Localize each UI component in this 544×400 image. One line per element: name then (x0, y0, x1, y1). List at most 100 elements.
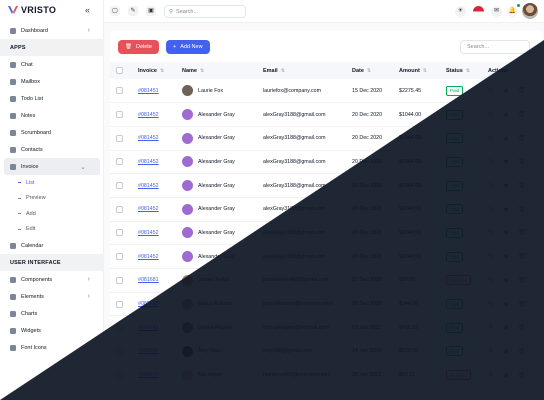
chat-icon[interactable]: ▣ (146, 6, 156, 16)
sidebar-item-scrumboard[interactable]: Scrumboard (0, 124, 104, 141)
table-row[interactable]: #081452 Alexander Gray alexGray3188@gmai… (110, 126, 542, 151)
row-checkbox[interactable] (116, 205, 123, 213)
add-new-button[interactable]: + Add New (166, 40, 210, 54)
invoice-link[interactable]: #081452 (138, 183, 159, 189)
sidebar-subitem-preview[interactable]: Preview (0, 191, 104, 207)
table-row[interactable]: #081452 Alexander Gray alexGray3188@gmai… (110, 102, 542, 127)
view-icon[interactable]: ◉ (503, 277, 509, 284)
edit-icon[interactable]: ✎ (488, 372, 494, 379)
messages-icon[interactable]: ✉ (491, 6, 502, 17)
edit-icon[interactable]: ✎ (488, 182, 494, 189)
sidebar-subitem-edit[interactable]: Edit (0, 222, 104, 238)
col-status[interactable]: Status ⇅ (446, 62, 488, 79)
table-row[interactable]: #081452 Alexander Gray alexGray3188@gmai… (110, 150, 542, 175)
edit-icon[interactable]: ✎ (488, 206, 494, 213)
sidebar-subitem-list[interactable]: List (0, 175, 104, 191)
delete-icon[interactable]: 🗑 (518, 158, 526, 165)
col-amount[interactable]: Amount ⇅ (399, 62, 446, 79)
sidebar-item-widgets[interactable]: Widgets (0, 322, 104, 339)
col-name[interactable]: Name ⇅ (182, 62, 263, 79)
theme-toggle-icon[interactable]: ☀ (455, 6, 466, 17)
collapse-sidebar-icon[interactable]: « (85, 6, 90, 15)
sidebar-subitem-add[interactable]: Add (0, 206, 104, 222)
row-checkbox[interactable] (116, 87, 123, 95)
invoice-link[interactable]: #082693 (138, 301, 159, 307)
delete-icon[interactable]: 🗑 (518, 372, 526, 379)
sidebar-item-contacts[interactable]: Contacts (0, 141, 104, 158)
sidebar-item-charts[interactable]: Charts (0, 305, 104, 322)
col-date[interactable]: Date ⇅ (352, 62, 399, 79)
invoice-link[interactable]: #086673 (138, 372, 159, 378)
view-icon[interactable]: ◉ (503, 324, 509, 331)
delete-icon[interactable]: 🗑 (518, 135, 526, 142)
edit-icon[interactable]: ✎ (488, 277, 494, 284)
row-checkbox[interactable] (116, 182, 123, 190)
invoice-link[interactable]: #081451 (138, 88, 159, 94)
view-icon[interactable]: ◉ (503, 135, 509, 142)
row-checkbox[interactable] (116, 276, 123, 284)
invoice-link[interactable]: #081452 (138, 230, 159, 236)
row-checkbox[interactable] (116, 300, 123, 308)
search-input[interactable]: ⚲ Search... (164, 5, 246, 18)
sidebar-item-dashboard[interactable]: Dashboard › (0, 22, 104, 39)
invoice-link[interactable]: #081681 (138, 277, 159, 283)
invoice-link[interactable]: #081452 (138, 159, 159, 165)
delete-button[interactable]: 🗑 Delete (118, 40, 159, 54)
delete-icon[interactable]: 🗑 (518, 301, 526, 308)
view-icon[interactable]: ◉ (503, 348, 509, 355)
delete-icon[interactable]: 🗑 (518, 348, 526, 355)
invoice-link[interactable]: #081452 (138, 112, 159, 118)
edit-icon[interactable]: ✎ (488, 135, 494, 142)
edit-icon[interactable]: ✎ (488, 301, 494, 308)
sidebar-item-elements[interactable]: Elements › (0, 288, 104, 305)
delete-icon[interactable]: 🗑 (518, 229, 526, 236)
delete-icon[interactable]: 🗑 (518, 87, 526, 94)
edit-icon[interactable]: ✎ (488, 111, 494, 118)
row-checkbox[interactable] (116, 347, 123, 355)
invoice-link[interactable]: #086580 (138, 348, 159, 354)
edit-icon[interactable]: ✎ (128, 6, 138, 16)
col-invoice[interactable]: Invoice ⇅ (138, 62, 182, 79)
view-icon[interactable]: ◉ (503, 229, 509, 236)
row-checkbox[interactable] (116, 324, 123, 332)
delete-icon[interactable]: 🗑 (518, 182, 526, 189)
table-row[interactable]: #086673 Nia Hillyer niahillyer666@comapn… (110, 363, 542, 388)
delete-icon[interactable]: 🗑 (518, 324, 526, 331)
sidebar-item-calendar[interactable]: Calendar (0, 237, 104, 254)
table-row[interactable]: #082693 Grace Roberts graceRoberts@compa… (110, 292, 542, 317)
view-icon[interactable]: ◉ (503, 182, 509, 189)
invoice-link[interactable]: #081452 (138, 135, 159, 141)
sidebar-item-font-icons[interactable]: Font Icons (0, 339, 104, 356)
edit-icon[interactable]: ✎ (488, 348, 494, 355)
delete-icon[interactable]: 🗑 (518, 277, 526, 284)
user-avatar[interactable] (522, 3, 538, 19)
view-icon[interactable]: ◉ (503, 158, 509, 165)
edit-icon[interactable]: ✎ (488, 87, 494, 94)
edit-icon[interactable]: ✎ (488, 158, 494, 165)
sidebar-item-todo-list[interactable]: Todo List (0, 90, 104, 107)
view-icon[interactable]: ◉ (503, 206, 509, 213)
view-icon[interactable]: ◉ (503, 111, 509, 118)
edit-icon[interactable]: ✎ (488, 324, 494, 331)
row-checkbox[interactable] (116, 134, 123, 142)
sidebar-item-components[interactable]: Components › (0, 271, 104, 288)
sidebar-item-invoice[interactable]: Invoice ⌄ (4, 158, 100, 175)
table-row[interactable]: #081452 Alexander Gray alexGray3188@gmai… (110, 244, 542, 269)
view-icon[interactable]: ◉ (503, 301, 509, 308)
row-checkbox[interactable] (116, 229, 123, 237)
sidebar-item-notes[interactable]: Notes (0, 107, 104, 124)
table-row[interactable]: #081451 Laurie Fox lauriefox@company.com… (110, 79, 542, 104)
delete-icon[interactable]: 🗑 (518, 253, 526, 260)
row-checkbox[interactable] (116, 111, 123, 119)
select-all-checkbox[interactable] (116, 67, 123, 74)
edit-icon[interactable]: ✎ (488, 229, 494, 236)
table-row[interactable]: #081452 Alexander Gray alexGray3188@gmai… (110, 173, 542, 198)
invoice-link[interactable]: #081452 (138, 254, 159, 260)
table-row[interactable]: #081452 Alexander Gray alexGray3188@gmai… (110, 221, 542, 246)
row-checkbox[interactable] (116, 371, 123, 379)
view-icon[interactable]: ◉ (503, 87, 509, 94)
view-icon[interactable]: ◉ (503, 253, 509, 260)
edit-icon[interactable]: ✎ (488, 253, 494, 260)
table-row[interactable]: #084743 Donna Rogers donnaRogers@hotmail… (110, 315, 542, 341)
brand-logo[interactable]: VRISTO (8, 5, 56, 15)
